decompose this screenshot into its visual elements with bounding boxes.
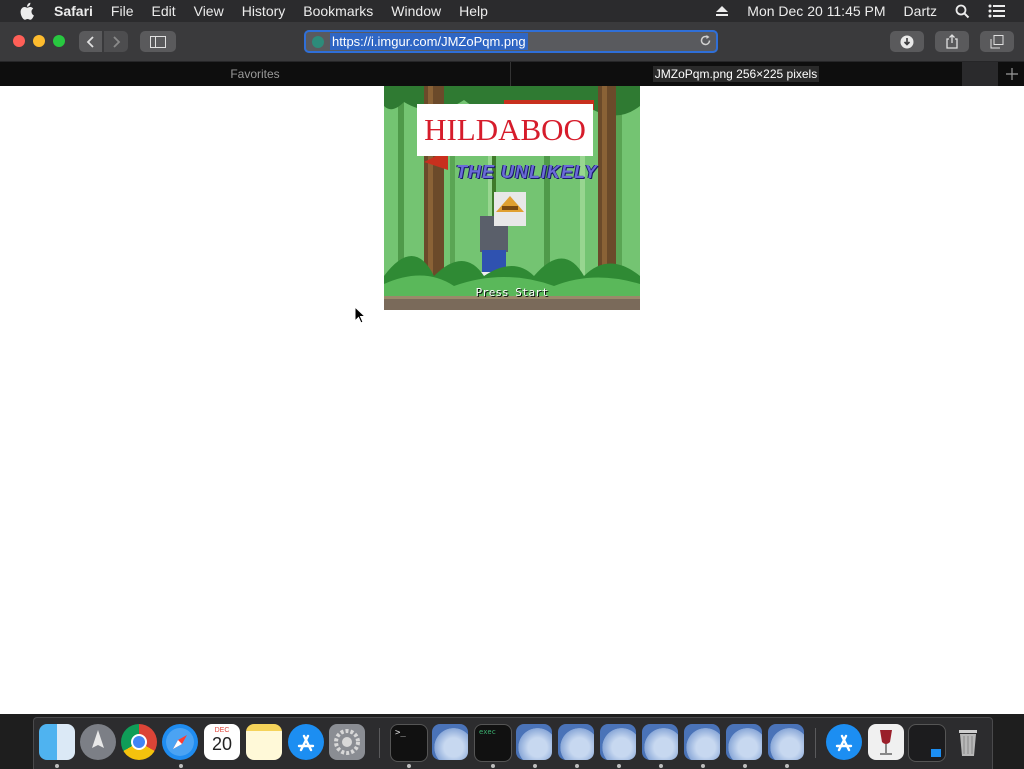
menu-edit[interactable]: Edit xyxy=(151,3,175,19)
app-store-downloads-icon[interactable] xyxy=(826,724,862,760)
installer-disk-icon[interactable] xyxy=(768,724,804,760)
safari-running-indicator xyxy=(179,764,183,768)
installer-disk-icon[interactable] xyxy=(516,724,552,760)
installer-running-indicator xyxy=(533,764,537,768)
tab-bar-spacer xyxy=(962,62,998,86)
launchpad-icon[interactable] xyxy=(80,724,116,760)
system-preferences-icon[interactable] xyxy=(329,724,365,760)
installer-running-indicator xyxy=(701,764,705,768)
safari-toolbar: https://i.imgur.com/JMZoPqm.png xyxy=(0,22,1024,62)
chevron-right-icon xyxy=(113,35,121,48)
tab-favorites-label: Favorites xyxy=(230,67,280,81)
sidebar-icon xyxy=(150,35,166,48)
menu-help[interactable]: Help xyxy=(459,3,488,19)
address-url[interactable]: https://i.imgur.com/JMZoPqm.png xyxy=(330,33,528,50)
page-content: HILDABOO THE UNLIKELY Press Start xyxy=(0,86,1024,714)
installer-disk-icon[interactable] xyxy=(558,724,594,760)
safari-icon[interactable] xyxy=(162,724,198,760)
installer-disk-icon[interactable] xyxy=(642,724,678,760)
site-favicon-icon xyxy=(312,35,324,48)
installer-running-indicator xyxy=(575,764,579,768)
back-button[interactable] xyxy=(79,31,102,52)
address-bar[interactable]: https://i.imgur.com/JMZoPqm.png xyxy=(304,30,718,53)
tab-favorites[interactable]: Favorites xyxy=(0,62,511,86)
exec-running-indicator xyxy=(491,764,495,768)
plus-icon xyxy=(1006,68,1018,80)
menu-history[interactable]: History xyxy=(242,3,286,19)
mouse-cursor-icon xyxy=(354,306,366,324)
tabs-icon xyxy=(990,34,1004,48)
notes-icon[interactable] xyxy=(246,724,282,760)
menu-safari[interactable]: Safari xyxy=(54,3,93,19)
press-start-text: Press Start xyxy=(475,286,549,299)
installer-disk-icon[interactable] xyxy=(684,724,720,760)
forward-button[interactable] xyxy=(104,31,128,52)
share-button[interactable] xyxy=(935,31,969,52)
dock-separator xyxy=(379,728,380,758)
wine-icon[interactable] xyxy=(868,724,904,760)
installer-running-indicator xyxy=(617,764,621,768)
notification-center-icon[interactable] xyxy=(988,4,1006,18)
tab-bar: Favorites JMZoPqm.png 256×225 pixels xyxy=(0,62,1024,86)
menu-bookmarks[interactable]: Bookmarks xyxy=(303,3,373,19)
calendar-icon[interactable]: DEC 20 xyxy=(204,724,240,760)
installer-disk-icon[interactable] xyxy=(600,724,636,760)
calendar-month: DEC xyxy=(214,727,230,734)
installer-running-indicator xyxy=(785,764,789,768)
terminal-running-indicator xyxy=(407,764,411,768)
calendar-day: 20 xyxy=(211,734,233,754)
sidebar-toggle-button[interactable] xyxy=(140,31,176,52)
terminal-prompt: >_ xyxy=(395,728,406,738)
installer-disk-icon[interactable] xyxy=(432,724,468,760)
menubar-clock[interactable]: Mon Dec 20 11:45 PM xyxy=(747,3,885,19)
downloads-button[interactable] xyxy=(890,31,924,52)
download-icon xyxy=(900,35,914,48)
apple-menu-icon[interactable] xyxy=(20,2,38,20)
chrome-icon[interactable] xyxy=(121,724,157,760)
share-icon xyxy=(946,34,958,49)
terminal-icon[interactable]: >_ xyxy=(390,724,428,762)
installer-running-indicator xyxy=(743,764,747,768)
minimize-window-button[interactable] xyxy=(33,35,45,47)
new-tab-button[interactable] xyxy=(1000,62,1024,86)
menubar-user[interactable]: Dartz xyxy=(904,3,937,19)
finder-running-indicator xyxy=(55,764,59,768)
eject-icon[interactable] xyxy=(715,5,729,17)
menu-bar: Safari File Edit View History Bookmarks … xyxy=(0,0,1024,22)
dock: DEC 20 >_ exec xyxy=(33,717,993,769)
chevron-left-icon xyxy=(86,35,94,48)
tab-current[interactable]: JMZoPqm.png 256×225 pixels xyxy=(511,62,961,86)
zoom-window-button[interactable] xyxy=(53,35,65,47)
exec-label: exec xyxy=(479,728,496,736)
spotlight-search-icon[interactable] xyxy=(955,4,970,19)
dock-separator xyxy=(815,728,816,758)
menu-view[interactable]: View xyxy=(194,3,224,19)
menu-file[interactable]: File xyxy=(111,3,134,19)
close-window-button[interactable] xyxy=(13,35,25,47)
game-subtitle: THE UNLIKELY xyxy=(456,162,598,182)
installer-running-indicator xyxy=(659,764,663,768)
caption-text: HILDABOO xyxy=(424,112,586,147)
tab-overview-button[interactable] xyxy=(980,31,1014,52)
menu-window[interactable]: Window xyxy=(391,3,441,19)
tab-current-label: JMZoPqm.png 256×225 pixels xyxy=(652,66,820,82)
game-title-image: HILDABOO THE UNLIKELY Press Start xyxy=(384,86,640,310)
reload-icon[interactable] xyxy=(699,34,712,50)
caption-overlay: HILDABOO xyxy=(417,104,593,156)
app-store-icon[interactable] xyxy=(288,724,324,760)
trash-icon[interactable] xyxy=(950,724,986,760)
installer-disk-icon[interactable] xyxy=(726,724,762,760)
exec-terminal-icon[interactable]: exec xyxy=(474,724,512,762)
finder-icon[interactable] xyxy=(39,724,75,760)
window-preview-icon[interactable] xyxy=(908,724,946,762)
